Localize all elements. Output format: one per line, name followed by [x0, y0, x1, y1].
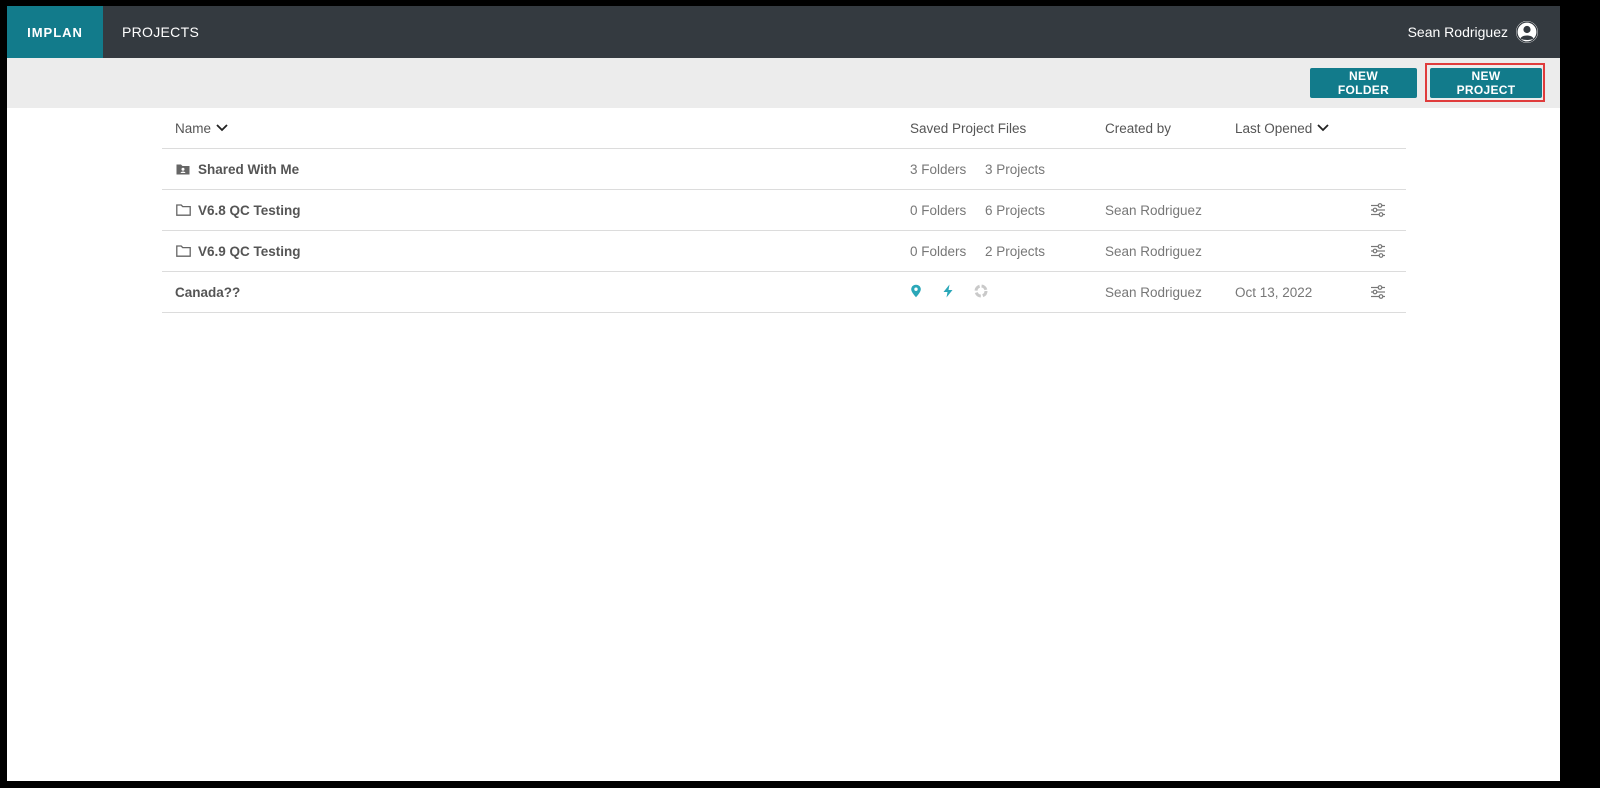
row-created-by: Sean Rodriguez [1105, 284, 1202, 300]
row-projects-count: 2 Projects [985, 243, 1046, 259]
nav-projects-link[interactable]: PROJECTS [122, 6, 199, 58]
user-name: Sean Rodriguez [1407, 24, 1508, 40]
user-menu[interactable]: Sean Rodriguez [1408, 6, 1538, 58]
row-projects-count: 3 Projects [985, 161, 1046, 177]
folder-icon [175, 202, 191, 218]
app-window: IMPLAN PROJECTS Sean Rodriguez NEW FOLDE… [7, 6, 1560, 781]
row-folders-count: 3 Folders [910, 161, 967, 177]
loading-spinner-icon [974, 284, 988, 301]
shared-folder-icon [175, 161, 191, 177]
actions-toolbar: NEW FOLDER NEW PROJECT [7, 58, 1560, 108]
chevron-down-icon[interactable] [1316, 123, 1330, 133]
folder-icon [175, 243, 191, 259]
table-row[interactable]: Shared With Me 3 Folders 3 Projects [162, 149, 1406, 190]
row-created-by: Sean Rodriguez [1105, 202, 1202, 218]
name-column-header[interactable]: Name [175, 108, 229, 148]
row-last-opened: Oct 13, 2022 [1235, 284, 1313, 300]
row-projects-count: 6 Projects [985, 202, 1046, 218]
table-row[interactable]: V6.9 QC Testing 0 Folders 2 Projects Sea… [162, 231, 1406, 272]
user-avatar-icon[interactable] [1516, 21, 1538, 43]
implan-logo[interactable]: IMPLAN [7, 6, 103, 58]
table-row[interactable]: Canada?? Sean Rodriguez Oct 13, 2022 [162, 272, 1406, 313]
table-header-row: Name Saved Project Files Created by Last… [162, 108, 1406, 149]
chevron-down-icon[interactable] [215, 123, 229, 133]
row-created-by: Sean Rodriguez [1105, 243, 1202, 259]
name-header-label: Name [175, 120, 212, 136]
new-project-button[interactable]: NEW PROJECT [1430, 68, 1542, 98]
lightning-bolt-icon[interactable] [942, 284, 954, 301]
top-nav-bar: IMPLAN PROJECTS Sean Rodriguez [7, 6, 1560, 58]
row-folders-count: 0 Folders [910, 202, 967, 218]
projects-table: Name Saved Project Files Created by Last… [162, 108, 1406, 313]
row-name[interactable]: Shared With Me [198, 162, 299, 177]
row-name[interactable]: V6.8 QC Testing [198, 203, 301, 218]
settings-sliders-icon[interactable] [1370, 231, 1386, 271]
new-folder-button[interactable]: NEW FOLDER [1310, 68, 1417, 98]
table-row[interactable]: V6.8 QC Testing 0 Folders 6 Projects Sea… [162, 190, 1406, 231]
saved-files-header: Saved Project Files [910, 120, 1027, 136]
settings-sliders-icon[interactable] [1370, 190, 1386, 230]
last-opened-header-label: Last Opened [1235, 120, 1313, 136]
row-name[interactable]: V6.9 QC Testing [198, 244, 301, 259]
settings-sliders-icon[interactable] [1370, 272, 1386, 312]
project-status-icons [910, 284, 988, 301]
created-by-header: Created by [1105, 120, 1172, 136]
last-opened-column-header[interactable]: Last Opened [1235, 108, 1330, 148]
map-pin-icon[interactable] [910, 284, 922, 301]
row-name[interactable]: Canada?? [175, 285, 240, 300]
row-folders-count: 0 Folders [910, 243, 967, 259]
